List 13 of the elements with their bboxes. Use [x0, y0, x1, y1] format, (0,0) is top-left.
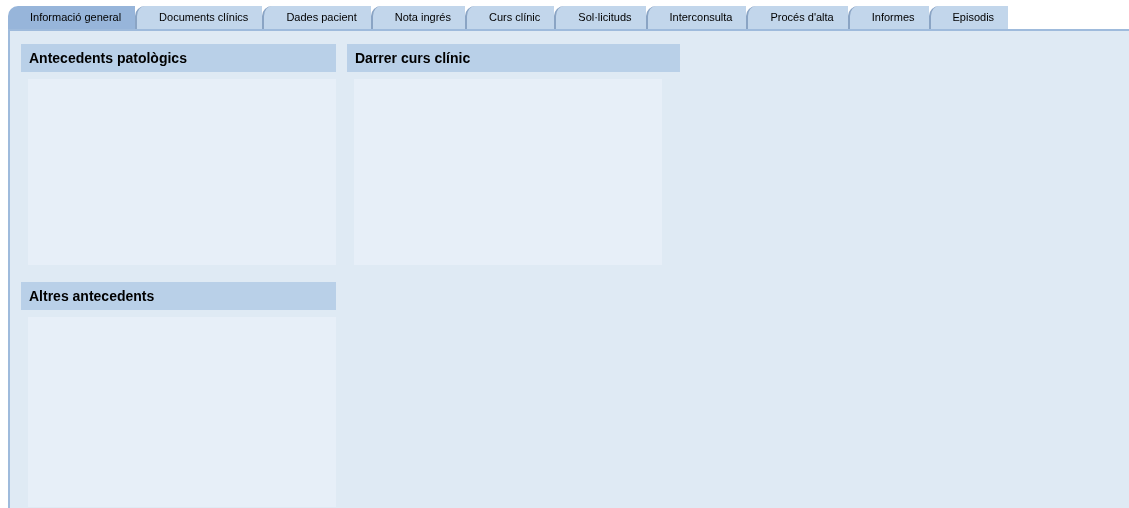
tab[interactable]: Sol·licituds — [554, 6, 646, 29]
tab[interactable]: Procés d'alta — [746, 6, 848, 29]
tab[interactable]: Documents clínics — [135, 6, 263, 29]
panel-header: Antecedents patològics — [21, 44, 336, 72]
tab[interactable]: Curs clínic — [464, 6, 555, 29]
panel-header: Darrer curs clínic — [347, 44, 680, 72]
panel-header: Altres antecedents — [21, 282, 336, 310]
tab[interactable]: Dades pacient — [262, 6, 371, 29]
tab[interactable]: Episodis — [928, 6, 1009, 29]
tab[interactable]: Interconsulta — [645, 6, 747, 29]
tab[interactable]: Informació general — [8, 6, 136, 29]
tab[interactable]: Nota ingrés — [370, 6, 465, 29]
tab[interactable]: Informes — [847, 6, 929, 29]
